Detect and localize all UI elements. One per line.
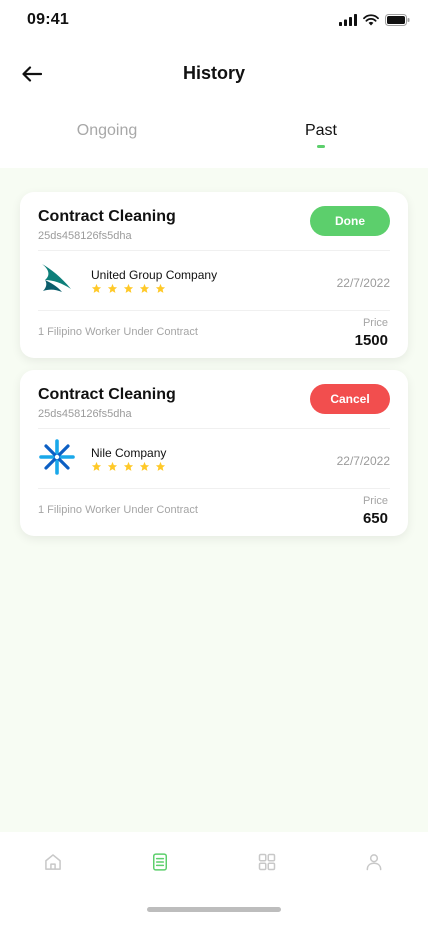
order-history-list: Contract Cleaning 25ds458126fs5dha Done … bbox=[0, 168, 428, 832]
status-done-button[interactable]: Done bbox=[310, 206, 390, 236]
page-title: History bbox=[182, 63, 245, 83]
order-date: 22/7/2022 bbox=[336, 454, 390, 468]
star-icon bbox=[123, 283, 134, 293]
nav-home[interactable] bbox=[41, 850, 65, 874]
star-icon bbox=[139, 283, 150, 293]
price-value: 1500 bbox=[354, 332, 388, 349]
tab-past[interactable]: Past bbox=[214, 108, 428, 168]
star-icon bbox=[155, 283, 166, 293]
divider bbox=[38, 310, 390, 311]
signal-icon bbox=[339, 14, 357, 26]
worker-description: 1 Filipino Worker Under Contract bbox=[38, 504, 198, 516]
tab-past-label: Past bbox=[304, 122, 337, 139]
price-label: Price bbox=[362, 495, 388, 507]
rating-stars bbox=[91, 283, 166, 294]
nile-company-logo bbox=[39, 439, 75, 475]
rating-stars bbox=[91, 461, 166, 472]
star-icon bbox=[91, 461, 102, 471]
divider bbox=[38, 250, 390, 251]
nav-profile[interactable] bbox=[362, 850, 386, 874]
star-icon bbox=[91, 283, 102, 293]
tab-bar: Ongoing Past bbox=[0, 108, 428, 168]
order-code: 25ds458126fs5dha bbox=[38, 408, 132, 420]
divider bbox=[38, 428, 390, 429]
profile-icon bbox=[366, 854, 382, 871]
tab-ongoing-label: Ongoing bbox=[76, 122, 138, 139]
order-code: 25ds458126fs5dha bbox=[38, 230, 132, 242]
united-group-logo bbox=[42, 264, 71, 292]
star-icon bbox=[123, 461, 134, 471]
star-icon bbox=[107, 283, 118, 293]
star-icon bbox=[107, 461, 118, 471]
nav-services[interactable] bbox=[255, 850, 279, 874]
company-name: United Group Company bbox=[91, 268, 218, 282]
status-bar: 09:41 bbox=[0, 0, 428, 44]
price-value: 650 bbox=[362, 510, 388, 527]
home-icon bbox=[45, 854, 61, 870]
worker-description: 1 Filipino Worker Under Contract bbox=[38, 326, 198, 338]
company-name: Nile Company bbox=[91, 446, 167, 460]
star-icon bbox=[155, 461, 166, 471]
status-cancel-button[interactable]: Cancel bbox=[310, 384, 390, 414]
history-screen: 09:41 History Ongoing Past Contract Clea… bbox=[0, 0, 428, 926]
grid-icon bbox=[258, 853, 276, 871]
wifi-icon bbox=[363, 14, 379, 26]
order-date: 22/7/2022 bbox=[336, 276, 390, 290]
order-title: Contract Cleaning bbox=[38, 386, 176, 403]
home-indicator bbox=[147, 907, 281, 912]
status-time: 09:41 bbox=[27, 11, 69, 28]
battery-icon bbox=[385, 14, 410, 26]
order-card[interactable]: Contract Cleaning 25ds458126fs5dha Cance… bbox=[20, 370, 408, 536]
header: History bbox=[0, 52, 428, 96]
price-label: Price bbox=[362, 317, 388, 329]
status-icons bbox=[339, 14, 410, 26]
tab-ongoing[interactable]: Ongoing bbox=[0, 108, 214, 168]
star-icon bbox=[139, 461, 150, 471]
order-title: Contract Cleaning bbox=[38, 208, 176, 225]
active-tab-indicator bbox=[317, 145, 325, 148]
order-card[interactable]: Contract Cleaning 25ds458126fs5dha Done … bbox=[20, 192, 408, 358]
divider bbox=[38, 488, 390, 489]
document-icon bbox=[153, 853, 167, 871]
nav-orders[interactable] bbox=[148, 850, 172, 874]
